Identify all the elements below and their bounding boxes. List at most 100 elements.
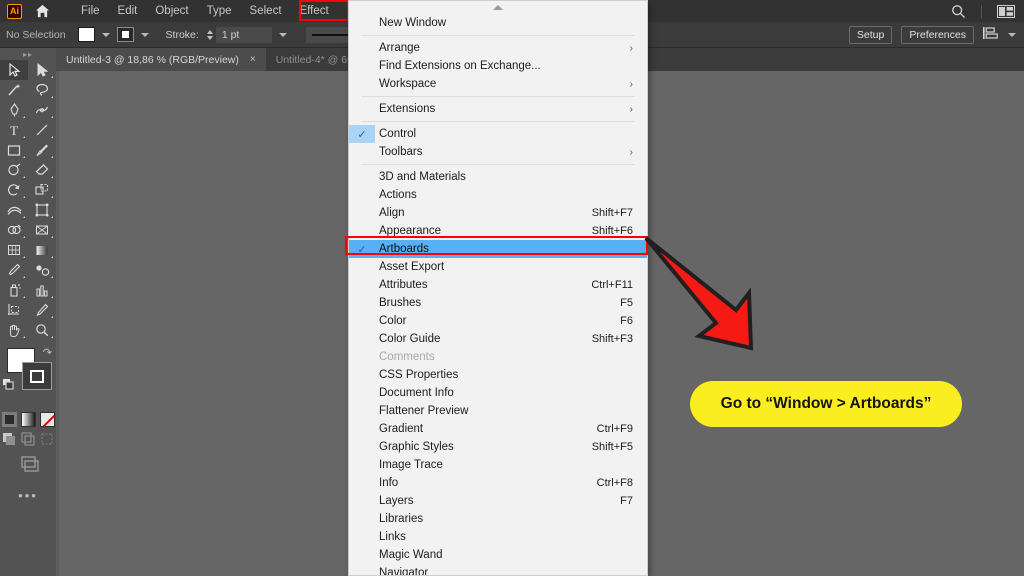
rectangle-tool[interactable] [0,140,28,160]
hand-tool[interactable] [0,320,28,340]
menu-option-document-info[interactable]: Document Info [349,384,647,402]
menu-label: New Window [379,17,446,29]
panel-grip[interactable]: ▸▸ [0,48,56,60]
scroll-up-arrow-icon[interactable] [349,1,647,14]
menu-item-select[interactable]: Select [241,2,291,20]
workspace-switcher-icon[interactable] [988,5,1024,18]
menu-option-flattener-preview[interactable]: Flattener Preview [349,402,647,420]
none-mode-button[interactable] [40,412,55,427]
symbol-sprayer-tool[interactable] [0,280,28,300]
gradient-tool[interactable] [28,240,56,260]
menu-option-color[interactable]: Color F6 [349,312,647,330]
chevron-down-icon[interactable] [279,33,287,37]
shape-builder-tool[interactable] [0,220,28,240]
preferences-button[interactable]: Preferences [901,26,974,44]
draw-inside-icon[interactable] [40,432,54,446]
search-icon[interactable] [942,4,975,19]
menu-item-type[interactable]: Type [198,2,241,20]
menu-item-file[interactable]: File [72,2,109,20]
close-icon[interactable]: × [250,54,256,65]
width-tool[interactable] [0,200,28,220]
align-options-icon[interactable] [983,26,999,45]
selection-tool[interactable] [0,60,28,80]
slice-tool[interactable] [28,300,56,320]
menu-option-workspace[interactable]: Workspace › [349,75,647,93]
stroke-weight-input[interactable]: 1 pt [216,27,272,43]
menu-option-find-extensions[interactable]: Find Extensions on Exchange... [349,57,647,75]
rotate-tool[interactable] [0,180,28,200]
paintbrush-tool[interactable] [28,140,56,160]
menu-option-info[interactable]: Info Ctrl+F8 [349,474,647,492]
menu-option-control[interactable]: ✓ Control [349,125,647,143]
menu-option-image-trace[interactable]: Image Trace [349,456,647,474]
stroke-color-box[interactable] [22,362,52,390]
menu-label: Layers [379,495,414,507]
tab-label: Untitled-3 @ 18,86 % (RGB/Preview) [66,54,239,66]
pen-tool[interactable] [0,100,28,120]
menu-option-gradient[interactable]: Gradient Ctrl+F9 [349,420,647,438]
menu-option-links[interactable]: Links [349,528,647,546]
check-icon [349,258,375,276]
menu-option-align[interactable]: Align Shift+F7 [349,204,647,222]
menu-option-asset-export[interactable]: Asset Export [349,258,647,276]
mesh-tool[interactable] [0,240,28,260]
draw-normal-icon[interactable] [2,432,16,446]
menu-option-layers[interactable]: Layers F7 [349,492,647,510]
chevron-down-icon[interactable] [1008,33,1016,37]
menu-item-effect[interactable]: Effect [291,2,338,20]
curvature-tool[interactable] [28,100,56,120]
menu-option-libraries[interactable]: Libraries [349,510,647,528]
direct-selection-tool[interactable] [28,60,56,80]
menu-option-arrange[interactable]: Arrange › [349,39,647,57]
perspective-grid-tool[interactable] [28,220,56,240]
color-mode-button[interactable] [2,412,17,427]
menu-option-appearance[interactable]: Appearance Shift+F6 [349,222,647,240]
scale-tool[interactable] [28,180,56,200]
document-tab-untitled-3[interactable]: Untitled-3 @ 18,86 % (RGB/Preview) × [56,48,266,71]
magic-wand-tool[interactable] [0,80,28,100]
menu-option-graphic-styles[interactable]: Graphic Styles Shift+F5 [349,438,647,456]
menu-item-object[interactable]: Object [146,2,197,20]
menu-option-magic-wand[interactable]: Magic Wand [349,546,647,564]
line-segment-tool[interactable] [28,120,56,140]
menu-option-navigator[interactable]: Navigator [349,564,647,576]
artboard-tool[interactable] [0,300,28,320]
home-icon[interactable] [35,4,50,18]
menu-option-color-guide[interactable]: Color Guide Shift+F3 [349,330,647,348]
selection-status-label: No Selection [6,29,66,41]
menu-option-new-window[interactable]: New Window [349,14,647,32]
swap-fill-stroke-icon[interactable]: ↷ [43,346,52,359]
zoom-tool[interactable] [28,320,56,340]
type-tool[interactable]: T [0,120,28,140]
stroke-weight-value: 1 pt [222,29,240,41]
lasso-tool[interactable] [28,80,56,100]
screen-mode-icon[interactable] [0,455,56,474]
menu-option-actions[interactable]: Actions [349,186,647,204]
menu-option-artboards[interactable]: ✓ Artboards [349,240,647,258]
stroke-weight-stepper[interactable] [207,30,213,40]
menu-option-extensions[interactable]: Extensions › [349,100,647,118]
setup-button[interactable]: Setup [849,26,892,44]
menu-option-brushes[interactable]: Brushes F5 [349,294,647,312]
stroke-color-swatch[interactable] [117,27,134,42]
draw-behind-icon[interactable] [21,432,35,446]
menu-option-3d-and-materials[interactable]: 3D and Materials [349,168,647,186]
free-transform-tool[interactable] [28,200,56,220]
eraser-tool[interactable] [28,160,56,180]
column-graph-tool[interactable] [28,280,56,300]
menu-option-toolbars[interactable]: Toolbars › [349,143,647,161]
menu-option-css-properties[interactable]: CSS Properties [349,366,647,384]
menu-shortcut: Shift+F5 [592,441,633,453]
eyedropper-tool[interactable] [0,260,28,280]
blend-tool[interactable] [28,260,56,280]
chevron-down-icon[interactable] [141,33,149,37]
menu-item-edit[interactable]: Edit [109,2,147,20]
default-fill-stroke-icon[interactable] [3,377,14,395]
shaper-tool[interactable] [0,160,28,180]
gradient-mode-button[interactable] [21,412,36,427]
fill-color-swatch[interactable] [78,27,95,42]
menu-option-attributes[interactable]: Attributes Ctrl+F11 [349,276,647,294]
chevron-down-icon[interactable] [102,33,110,37]
edit-toolbar-icon[interactable]: ••• [0,488,56,503]
check-icon: ✓ [349,240,375,258]
